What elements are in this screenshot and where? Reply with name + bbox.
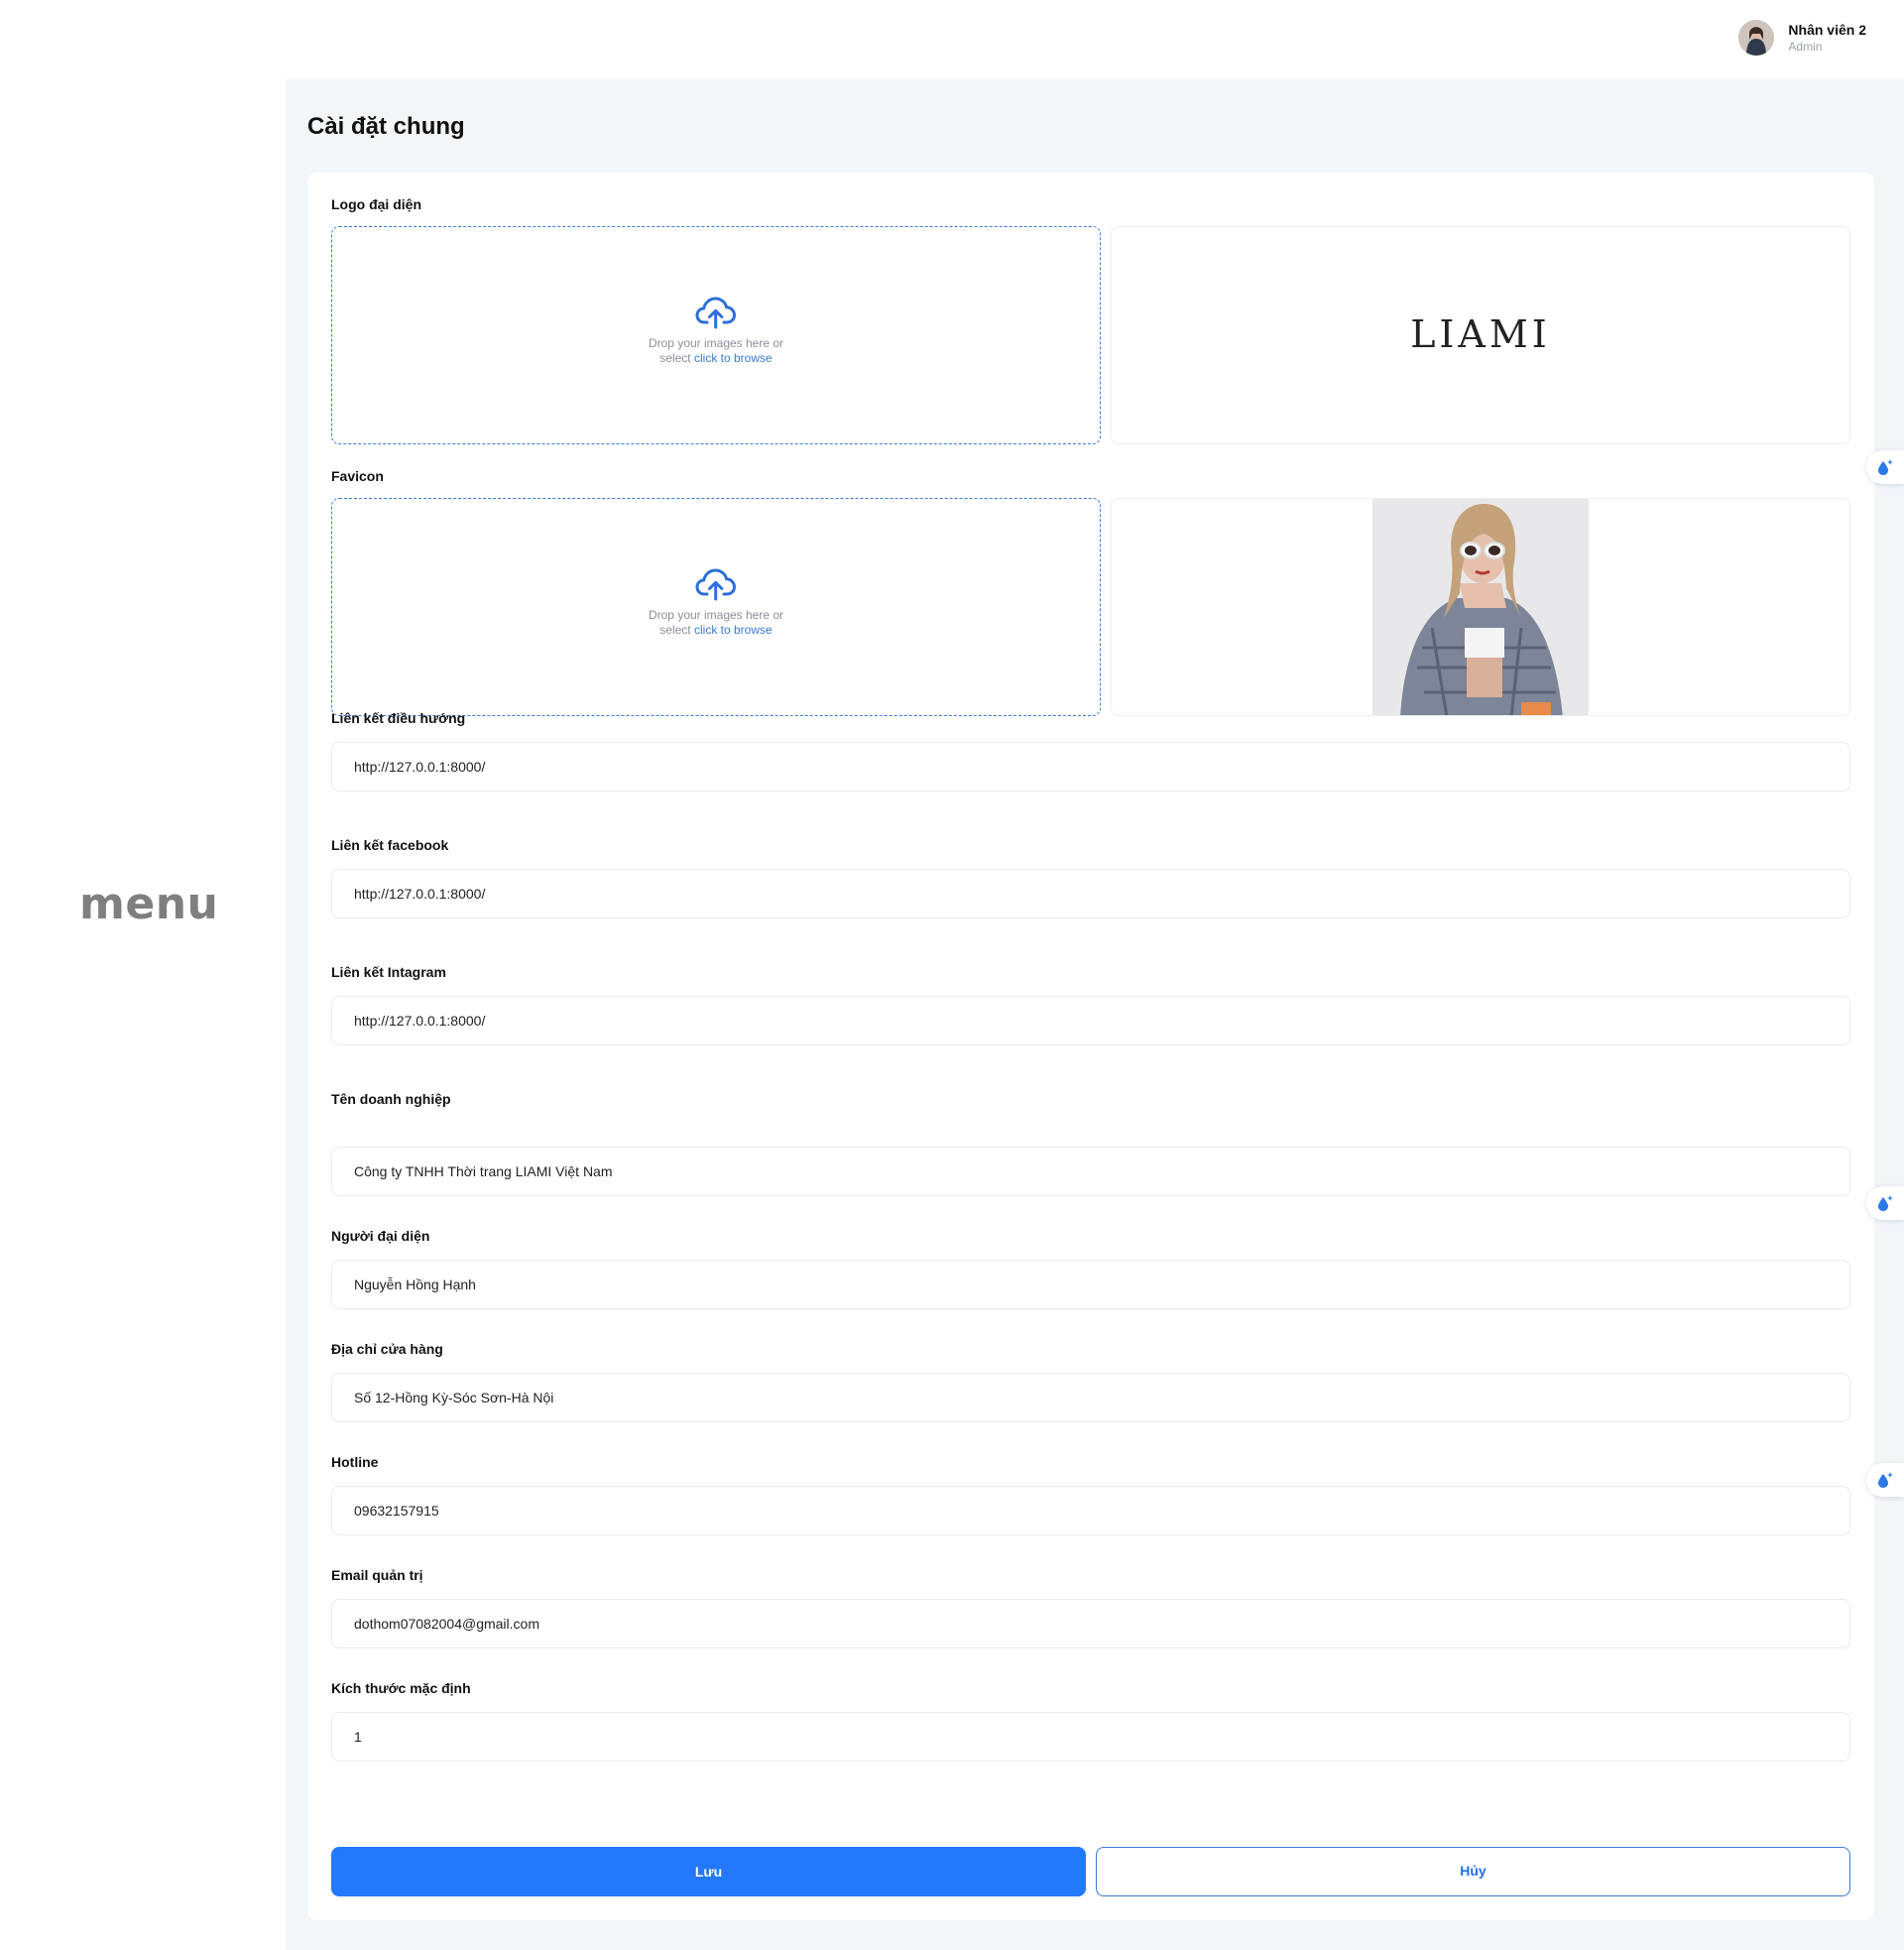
default-size-input[interactable]: 1 [331, 1712, 1850, 1762]
facebook-link-label: Liên kết facebook [331, 837, 449, 853]
sidebar-menu-placeholder[interactable]: menu [79, 879, 218, 929]
hotline-input[interactable]: 09632157915 [331, 1486, 1850, 1535]
logo-dropzone[interactable]: Drop your images here or select click to… [331, 226, 1101, 444]
dropzone-select-text: select [659, 351, 691, 365]
user-role: Admin [1788, 40, 1823, 54]
dropzone-text: Drop your images here or [648, 336, 784, 350]
upload-cloud-icon [695, 297, 736, 329]
user-info: Nhân viên 2 Admin [1788, 21, 1866, 55]
logo-preview: LIAMI [1111, 226, 1850, 444]
company-name-input[interactable]: Công ty TNHH Thời trang LIAMI Việt Nam [331, 1147, 1850, 1196]
store-address-label: Địa chỉ cửa hàng [331, 1341, 443, 1357]
floating-tool-button[interactable] [1866, 1463, 1904, 1497]
dropzone-select-text: select [659, 623, 691, 637]
sidebar: menu [0, 0, 286, 1950]
dropzone-content: Drop your images here or select click to… [332, 566, 1100, 638]
nav-link-input[interactable]: http://127.0.0.1:8000/ [331, 742, 1850, 792]
favicon-preview-image [1372, 499, 1589, 715]
floating-tool-button[interactable] [1866, 450, 1904, 484]
facebook-link-input[interactable]: http://127.0.0.1:8000/ [331, 869, 1850, 918]
floating-tool-icon [1878, 1472, 1893, 1488]
dropzone-content: Drop your images here or select click to… [332, 295, 1100, 366]
page-title: Cài đặt chung [307, 113, 465, 140]
representative-label: Người đại diện [331, 1228, 430, 1244]
admin-email-input[interactable]: dothom07082004@gmail.com [331, 1599, 1850, 1648]
store-address-input[interactable]: Số 12-Hồng Kỳ-Sóc Sơn-Hà Nội [331, 1373, 1850, 1422]
instagram-link-label: Liên kết Intagram [331, 964, 446, 980]
user-name: Nhân viên 2 [1788, 22, 1866, 38]
company-name-label: Tên doanh nghiệp [331, 1091, 451, 1107]
floating-tool-button[interactable] [1866, 1186, 1904, 1220]
representative-input[interactable]: Nguyễn Hồng Hạnh [331, 1260, 1850, 1309]
default-size-label: Kích thước mặc định [331, 1680, 471, 1696]
logo-preview-image: LIAMI [1410, 312, 1551, 356]
instagram-link-input[interactable]: http://127.0.0.1:8000/ [331, 996, 1850, 1045]
upload-cloud-icon [695, 568, 736, 601]
floating-tool-icon [1878, 1195, 1893, 1211]
browse-link[interactable]: click to browse [694, 623, 773, 637]
main-content: Cài đặt chung Logo đại diện Drop your im… [286, 79, 1904, 1950]
dropzone-text: Drop your images here or [648, 608, 784, 622]
cancel-button[interactable]: Hủy [1096, 1847, 1850, 1896]
hotline-label: Hotline [331, 1454, 379, 1470]
admin-email-label: Email quản trị [331, 1567, 423, 1583]
user-profile[interactable]: Nhân viên 2 Admin [1738, 20, 1866, 56]
favicon-dropzone[interactable]: Drop your images here or select click to… [331, 498, 1101, 716]
favicon-preview [1111, 498, 1850, 716]
browse-link[interactable]: click to browse [694, 351, 773, 365]
settings-form: Logo đại diện Drop your images here or s… [307, 173, 1874, 1920]
logo-label: Logo đại diện [331, 196, 421, 212]
favicon-label: Favicon [331, 468, 384, 484]
avatar[interactable] [1738, 20, 1775, 56]
save-button[interactable]: Lưu [331, 1847, 1086, 1896]
floating-tool-icon [1878, 459, 1893, 475]
top-bar: Nhân viên 2 Admin [286, 0, 1904, 79]
nav-link-label: Liên kết điều hướng [331, 710, 466, 726]
